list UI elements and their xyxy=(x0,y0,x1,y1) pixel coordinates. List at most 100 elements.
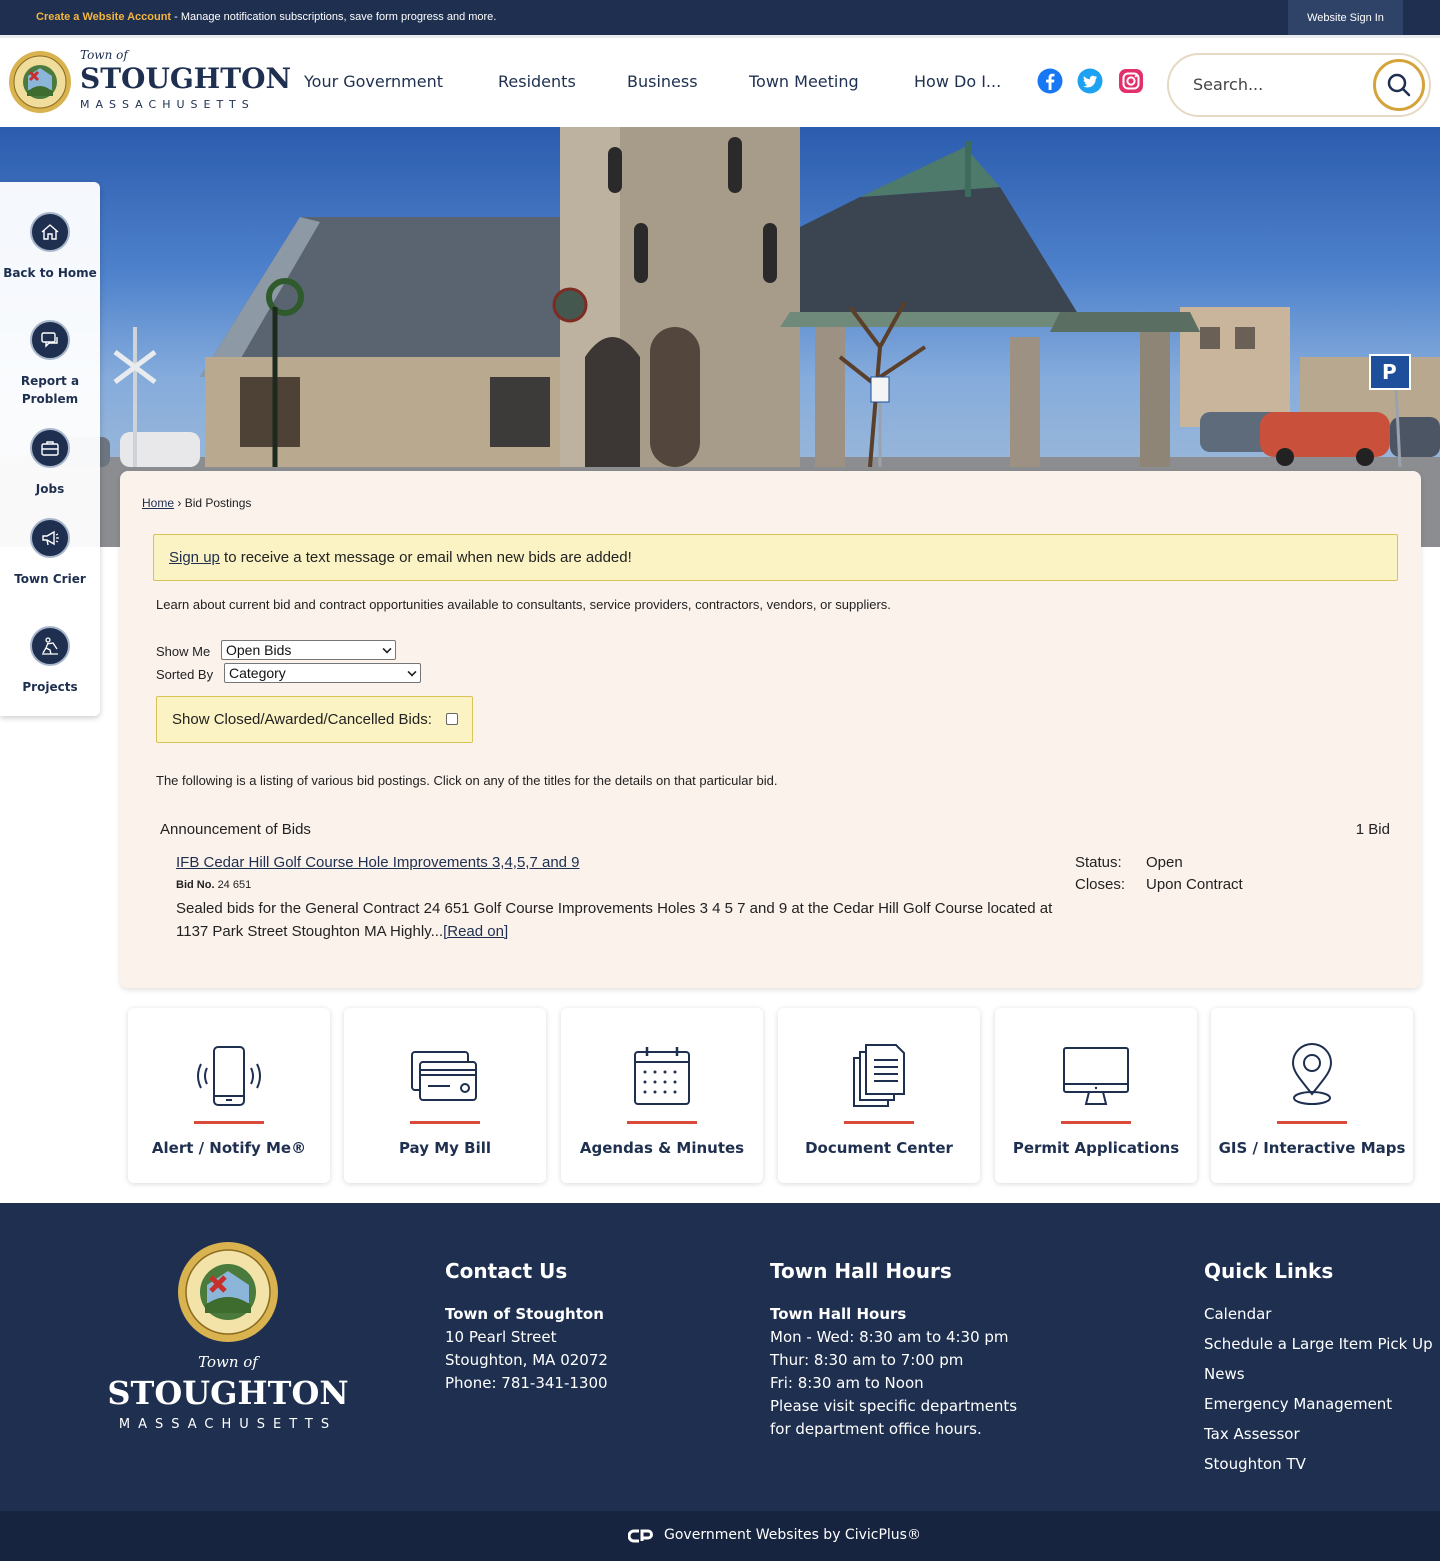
site-footer: Town of STOUGHTON MASSACHUSETTS Contact … xyxy=(0,1203,1440,1511)
show-me-select[interactable]: Open Bids xyxy=(221,640,396,660)
footer-town-seal[interactable] xyxy=(177,1241,279,1343)
tile-alert-notify-me[interactable]: Alert / Notify Me® xyxy=(128,1008,330,1183)
signup-link[interactable]: Sign up xyxy=(169,549,220,566)
twitter-icon[interactable] xyxy=(1077,68,1103,94)
quick-link-tax-assessor[interactable]: Tax Assessor xyxy=(1204,1423,1434,1446)
quick-link-calendar[interactable]: Calendar xyxy=(1204,1303,1434,1326)
briefcase-icon xyxy=(30,428,70,468)
quick-link-emergency-management[interactable]: Emergency Management xyxy=(1204,1393,1434,1416)
signup-text: to receive a text message or email when … xyxy=(219,549,632,566)
footer-logo-name: STOUGHTON xyxy=(107,1374,349,1412)
civicplus-bar: Government Websites by CivicPlus® xyxy=(0,1511,1440,1561)
tile-pay-my-bill[interactable]: Pay My Bill xyxy=(344,1008,546,1183)
side-item-label: Projects xyxy=(22,680,78,694)
contact-phone[interactable]: Phone: 781-341-1300 xyxy=(445,1372,608,1395)
show-me-value: Open Bids xyxy=(226,642,292,658)
nav-how-do-i[interactable]: How Do I... xyxy=(914,72,1001,91)
quick-link-large-item-pickup[interactable]: Schedule a Large Item Pick Up xyxy=(1204,1333,1434,1356)
tile-document-center[interactable]: Document Center xyxy=(778,1008,980,1183)
bid-number: Bid No. 24 651 xyxy=(176,879,251,891)
worker-icon xyxy=(30,626,70,666)
bid-closes-value: Upon Contract xyxy=(1146,876,1243,893)
bid-status-value: Open xyxy=(1146,854,1183,871)
instagram-icon[interactable] xyxy=(1118,68,1144,94)
website-sign-in-button[interactable]: Website Sign In xyxy=(1288,0,1403,35)
bid-closes-label: Closes: xyxy=(1075,876,1126,893)
create-account-link[interactable]: Create a Website Account xyxy=(36,11,171,23)
breadcrumb: Home › Bid Postings xyxy=(142,496,251,510)
quick-link-news[interactable]: News xyxy=(1204,1363,1434,1386)
svg-text:P: P xyxy=(1382,360,1397,384)
tile-label: Permit Applications xyxy=(1012,1139,1180,1157)
calendar-icon xyxy=(634,1047,690,1105)
side-item-town-crier[interactable]: Town Crier xyxy=(0,518,100,588)
hours-line-2: Thur: 8:30 am to 7:00 pm xyxy=(770,1351,964,1369)
hours-subheading: Town Hall Hours xyxy=(770,1305,907,1323)
tile-agendas-minutes[interactable]: Agendas & Minutes xyxy=(561,1008,763,1183)
breadcrumb-current: Bid Postings xyxy=(184,496,252,510)
facebook-icon[interactable] xyxy=(1037,68,1063,94)
nav-town-meeting[interactable]: Town Meeting xyxy=(749,72,859,91)
tile-accent-bar xyxy=(844,1121,914,1124)
bid-number-label: Bid No. xyxy=(176,879,215,891)
megaphone-icon xyxy=(30,518,70,558)
quick-link-stoughton-tv[interactable]: Stoughton TV xyxy=(1204,1453,1434,1476)
logo-town-of: Town of xyxy=(80,48,128,62)
signup-notice: Sign up to receive a text message or ema… xyxy=(153,534,1398,581)
bid-title-link[interactable]: IFB Cedar Hill Golf Course Hole Improvem… xyxy=(176,854,580,871)
tile-accent-bar xyxy=(627,1121,697,1124)
category-count: 1 Bid xyxy=(1355,821,1390,838)
side-item-projects[interactable]: Projects xyxy=(0,626,100,696)
breadcrumb-separator: › xyxy=(174,496,185,510)
hours-line-1: Mon - Wed: 8:30 am to 4:30 pm xyxy=(770,1328,1009,1346)
side-item-back-to-home[interactable]: Back to Home xyxy=(0,212,100,282)
account-notice-text: - Manage notification subscriptions, sav… xyxy=(171,11,497,23)
sorted-by-select[interactable]: Category xyxy=(224,663,421,683)
tile-accent-bar xyxy=(1277,1121,1347,1124)
nav-business[interactable]: Business xyxy=(627,72,698,91)
monitor-icon xyxy=(1063,1047,1129,1105)
chat-icon xyxy=(30,320,70,360)
tile-label: Document Center xyxy=(805,1139,953,1157)
category-title: Announcement of Bids xyxy=(160,821,311,838)
chevron-down-icon xyxy=(407,667,417,677)
bid-description-text: Sealed bids for the General Contract 24 … xyxy=(176,900,1053,940)
chevron-down-icon xyxy=(382,644,392,654)
bid-number-value: 24 651 xyxy=(217,879,252,891)
search-icon xyxy=(1387,73,1411,97)
contact-address-1: 10 Pearl Street xyxy=(445,1328,557,1346)
tile-gis-interactive-maps[interactable]: GIS / Interactive Maps xyxy=(1211,1008,1413,1183)
sorted-by-label: Sorted By xyxy=(156,667,214,682)
bid-description: Sealed bids for the General Contract 24 … xyxy=(176,897,1076,943)
tile-accent-bar xyxy=(1061,1121,1131,1124)
tile-permit-applications[interactable]: Permit Applications xyxy=(995,1008,1197,1183)
footer-logo-state: MASSACHUSETTS xyxy=(118,1417,338,1432)
logo-town-name: STOUGHTON xyxy=(80,62,292,95)
sorted-by-value: Category xyxy=(229,665,286,681)
map-pin-icon xyxy=(1291,1043,1333,1105)
side-item-report-a-problem[interactable]: Report a Problem xyxy=(0,320,100,408)
nav-residents[interactable]: Residents xyxy=(498,72,576,91)
side-item-label: Back to Home xyxy=(3,266,97,280)
town-logo[interactable]: Town of STOUGHTON MASSACHUSETTS xyxy=(80,48,291,111)
civicplus-logo-icon[interactable] xyxy=(628,1528,654,1544)
read-on-link[interactable]: [Read on] xyxy=(443,923,508,940)
contact-org: Town of Stoughton xyxy=(445,1305,604,1323)
footer-logo[interactable]: Town of STOUGHTON MASSACHUSETTS xyxy=(100,1353,356,1432)
side-quick-navigation: Back to Home Report a Problem Jobs Town … xyxy=(0,182,100,716)
bid-closes: Closes: Upon Contract xyxy=(1075,876,1243,893)
side-item-jobs[interactable]: Jobs xyxy=(0,428,100,498)
tile-label: GIS / Interactive Maps xyxy=(1218,1139,1406,1157)
hours-heading: Town Hall Hours xyxy=(770,1259,952,1283)
home-icon xyxy=(30,212,70,252)
town-seal-logo[interactable] xyxy=(8,50,72,114)
nav-your-government[interactable]: Your Government xyxy=(304,72,443,91)
civicplus-credit-link[interactable]: Government Websites by CivicPlus® xyxy=(664,1527,921,1543)
show-closed-checkbox[interactable] xyxy=(446,713,458,725)
show-closed-label: Show Closed/Awarded/Cancelled Bids: xyxy=(172,711,432,728)
tile-label: Agendas & Minutes xyxy=(579,1139,745,1157)
search-button[interactable] xyxy=(1373,59,1425,111)
breadcrumb-home-link[interactable]: Home xyxy=(142,496,174,510)
side-item-label: Report a Problem xyxy=(20,374,80,406)
search-input[interactable] xyxy=(1193,75,1373,94)
